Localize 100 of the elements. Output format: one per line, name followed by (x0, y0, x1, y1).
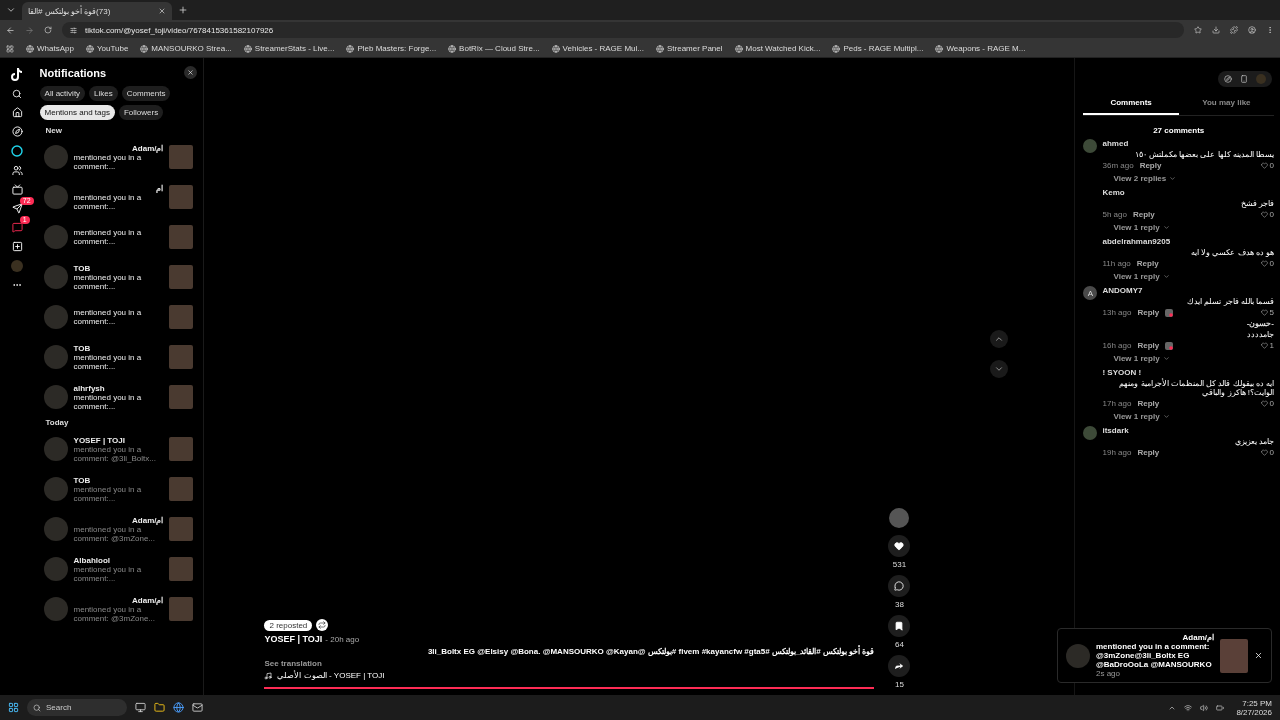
back-icon[interactable] (6, 25, 15, 35)
comment-button[interactable] (888, 575, 911, 597)
view-replies-link[interactable]: View 1 reply (1113, 272, 1274, 281)
creator-avatar[interactable] (888, 507, 911, 529)
filter-chip[interactable]: Followers (118, 105, 164, 120)
bookmark-link[interactable]: WhatsApp (26, 44, 74, 53)
view-replies-link[interactable]: View 1 reply (1113, 412, 1274, 421)
thumbnail-placeholder (169, 597, 194, 621)
avatar-photo-placeholder (43, 437, 68, 461)
site-settings-icon[interactable] (70, 26, 77, 34)
extensions-icon[interactable] (1230, 26, 1238, 34)
thumbnail-placeholder (169, 145, 194, 169)
comment-text: جامد يعزيزي (1233, 437, 1274, 446)
phone-icon[interactable] (1240, 75, 1248, 83)
heart-icon (1260, 260, 1268, 267)
thumbnail-placeholder (169, 225, 194, 249)
reply-link[interactable]: Reply (1137, 341, 1160, 350)
reply-link[interactable]: Reply (1136, 259, 1159, 268)
like-button[interactable]: 0 (1260, 448, 1274, 457)
bookmark-link[interactable]: MANSOURKO Strea... (140, 44, 232, 53)
filter-chip[interactable]: Mentions and tags (39, 105, 115, 120)
panel-tab[interactable]: Comments (1083, 95, 1179, 115)
address-bar[interactable]: tiktok.com/@yosef_toji/video/7678415361582107926 (62, 22, 1184, 38)
bookmark-link[interactable]: BotRix — Cloud Stre... (448, 44, 540, 53)
avatar-ring-icon[interactable] (11, 145, 24, 157)
bookmark-star-icon[interactable] (1194, 26, 1202, 34)
menu-icon[interactable] (1266, 26, 1274, 34)
globe-icon (551, 44, 560, 53)
thumbnail-placeholder (169, 385, 194, 409)
avatar-photo-placeholder (43, 225, 68, 249)
notification-text: mentioned you in a comment: @3mZone... (73, 604, 156, 623)
wifi-icon[interactable] (1184, 703, 1193, 712)
see-translation-link[interactable]: See translation (264, 659, 875, 668)
chevron-down-icon (1162, 413, 1170, 420)
view-replies-link[interactable]: View 1 reply (1113, 223, 1274, 232)
like-button[interactable]: 0 (1260, 161, 1274, 170)
heart-icon (894, 541, 905, 551)
home-icon[interactable] (11, 107, 23, 118)
reply-link[interactable]: Reply (1137, 308, 1160, 317)
mail-icon[interactable] (192, 702, 203, 713)
bookmark-link[interactable]: StreamerStats - Live... (243, 44, 335, 53)
chevron-down-icon (1162, 273, 1170, 280)
upload-icon[interactable] (11, 241, 23, 252)
sound-link[interactable]: الصوت الأصلي - YOSEF | TOJI (277, 671, 385, 680)
reply-link[interactable]: Reply (1137, 399, 1160, 408)
battery-icon[interactable] (1216, 703, 1225, 712)
search-icon[interactable] (12, 89, 23, 99)
panel-tab[interactable]: You may like (1178, 95, 1274, 115)
thumbnail-placeholder (169, 345, 194, 369)
reload-icon[interactable] (44, 26, 52, 34)
reply-link[interactable]: Reply (1132, 210, 1155, 219)
start-icon[interactable] (8, 702, 19, 713)
author-name: YOSEF | TOJI (264, 634, 323, 644)
bookmark-link[interactable]: Pleb Masters: Forge... (346, 44, 437, 53)
close-button[interactable] (184, 66, 198, 79)
bookmark-button[interactable] (888, 615, 911, 637)
apps-icon[interactable] (6, 44, 14, 53)
like-button[interactable]: 0 (1260, 210, 1274, 219)
filter-chip[interactable]: Likes (89, 86, 118, 101)
bookmark-link[interactable]: Peds - RAGE Multipl... (832, 44, 924, 53)
messages-icon[interactable] (11, 222, 23, 233)
close-tab-icon[interactable] (158, 7, 166, 15)
bookmark-link[interactable]: Vehicles - RAGE Mul... (551, 44, 644, 53)
activity-icon[interactable] (11, 203, 23, 214)
reply-link[interactable]: Reply (1139, 161, 1162, 170)
tv-icon[interactable] (11, 184, 23, 195)
share-button[interactable] (888, 655, 911, 677)
search-field[interactable]: Search (27, 699, 127, 716)
browser-icon[interactable] (173, 702, 184, 713)
download-icon[interactable] (1212, 26, 1220, 34)
like-button[interactable]: 0 (1260, 399, 1274, 408)
view-replies-link[interactable]: View 2 replies (1113, 174, 1274, 183)
filter-chip[interactable]: All activity (39, 86, 86, 101)
filter-chip[interactable]: Comments (121, 86, 171, 101)
browser-tab[interactable]: (73)قوة أخو بولتكس #القا (22, 2, 172, 20)
video-description: قوة أخو بولتكس #القائد_بولتكس #fivem #kayancfw #gta5 #بولتكس @3li_Boltx EG @Elsisy @Bona. @MANSOURKO @Kayan (426, 647, 875, 656)
close-icon[interactable] (1254, 651, 1263, 660)
bookmark-link[interactable]: Streamer Panel (655, 44, 723, 53)
folder-icon[interactable] (154, 702, 165, 713)
monitor-icon[interactable] (135, 702, 146, 713)
bookmark-link[interactable]: Most Watched Kick... (734, 44, 821, 53)
like-button[interactable]: 5 (1260, 308, 1274, 317)
like-button[interactable] (888, 535, 911, 557)
like-button[interactable]: 1 (1260, 341, 1274, 350)
heart-icon (1260, 449, 1268, 456)
tab-list-icon[interactable] (6, 5, 16, 15)
new-tab-icon[interactable] (178, 5, 188, 15)
letter-avatar: A (1083, 286, 1098, 300)
comment-user: -حسون- (1245, 319, 1274, 328)
search-icon (33, 703, 41, 712)
friends-icon[interactable] (11, 165, 23, 176)
reply-link[interactable]: Reply (1137, 448, 1160, 457)
profile-icon[interactable] (1248, 26, 1256, 34)
repost-button[interactable] (316, 619, 329, 631)
like-button[interactable]: 0 (1260, 259, 1274, 268)
bookmark-link[interactable]: Weapons - RAGE M... (935, 44, 1026, 53)
heart-icon (1260, 309, 1268, 316)
volume-icon[interactable] (1200, 703, 1209, 712)
bookmark-link[interactable]: YouTube (85, 44, 129, 53)
view-replies-link[interactable]: View 1 reply (1113, 354, 1274, 363)
